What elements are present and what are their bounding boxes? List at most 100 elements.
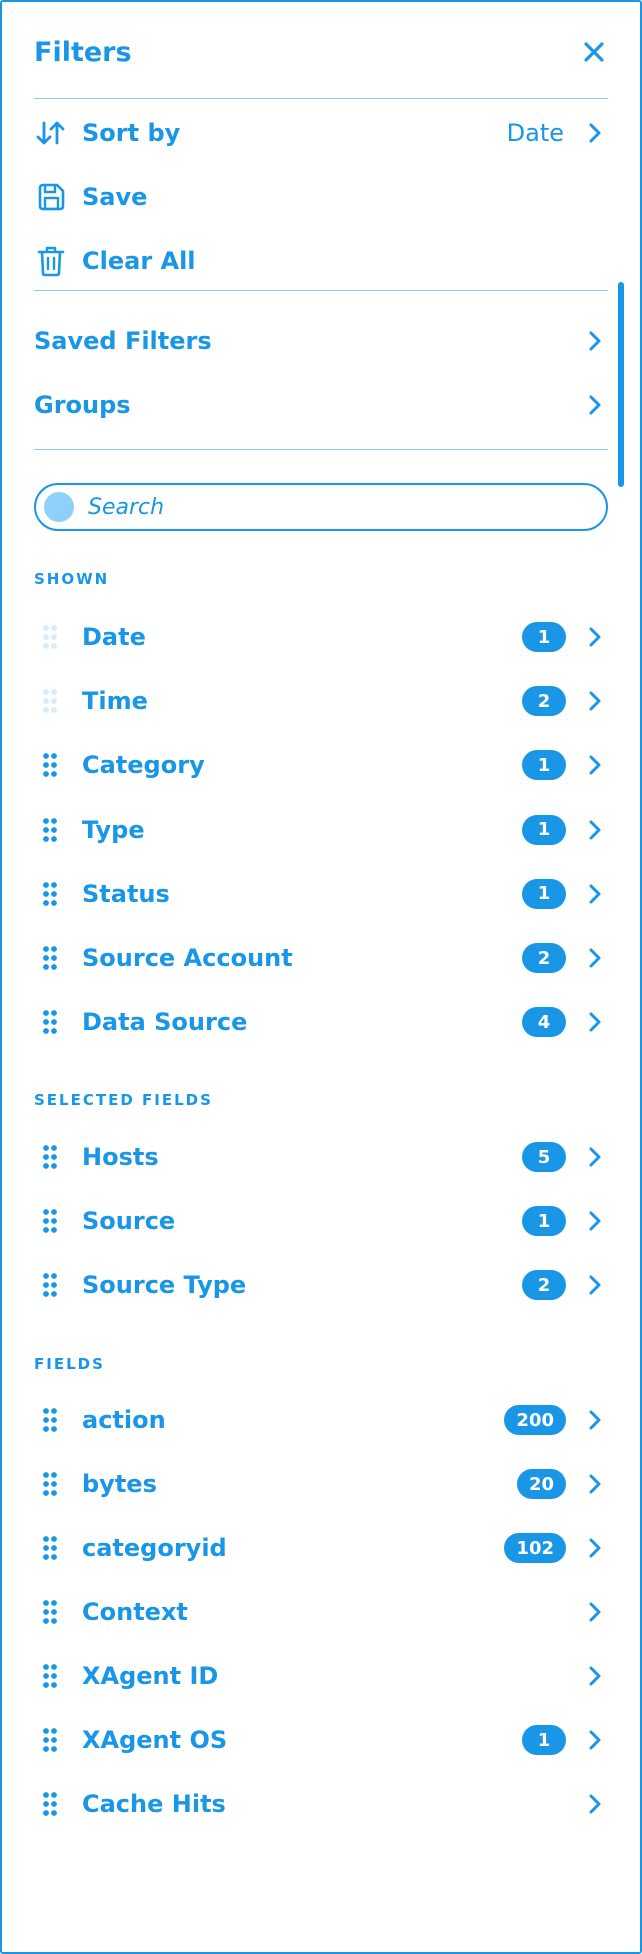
chevron-right-icon <box>582 754 602 776</box>
chevron-right-icon <box>582 1729 602 1751</box>
filter-row[interactable]: Time 2 <box>34 676 608 726</box>
filter-row[interactable]: Context <box>34 1587 608 1637</box>
save-icon <box>34 180 68 214</box>
chevron-right-icon <box>582 819 602 841</box>
chevron-right-icon <box>582 1409 602 1431</box>
drag-handle-icon[interactable] <box>34 1723 68 1757</box>
filter-label: Cache Hits <box>82 1790 226 1818</box>
panel-title: Filters <box>34 36 132 68</box>
filter-row[interactable]: Status 1 <box>34 869 608 919</box>
chevron-right-icon <box>582 626 602 648</box>
filter-label: Category <box>82 751 205 780</box>
drag-handle-icon[interactable] <box>34 1005 68 1039</box>
filter-row[interactable]: Hosts 5 <box>34 1132 608 1182</box>
filter-row[interactable]: Cache Hits <box>34 1779 608 1829</box>
drag-handle-icon[interactable] <box>34 1140 68 1174</box>
filter-row[interactable]: Type 1 <box>34 805 608 855</box>
filter-label: Source Type <box>82 1271 247 1299</box>
filters-panel: Filters Sort by Date Save Clear All Save… <box>0 0 642 1954</box>
clear-all-label: Clear All <box>82 247 196 275</box>
chevron-right-icon <box>582 394 602 416</box>
clear-all-button[interactable]: Clear All <box>34 236 608 286</box>
drag-handle-icon[interactable] <box>34 748 68 782</box>
filter-label: Source <box>82 1207 176 1235</box>
groups-label: Groups <box>34 391 131 419</box>
chevron-right-icon <box>582 330 602 352</box>
chevron-right-icon <box>582 1665 602 1687</box>
filter-label: Status <box>82 879 170 908</box>
drag-handle-icon[interactable] <box>34 813 68 847</box>
chevron-right-icon <box>582 1274 602 1296</box>
sort-by-value: Date <box>506 119 564 147</box>
filter-row[interactable]: Source 1 <box>34 1196 608 1246</box>
filter-row[interactable]: Category 1 <box>34 740 608 790</box>
saved-filters-row[interactable]: Saved Filters <box>34 316 608 366</box>
search-indicator-icon <box>44 492 74 522</box>
count-badge: 5 <box>522 1142 566 1172</box>
drag-handle-icon[interactable] <box>34 877 68 911</box>
groups-row[interactable]: Groups <box>34 380 608 430</box>
drag-handle-icon[interactable] <box>34 1268 68 1302</box>
chevron-right-icon <box>582 947 602 969</box>
divider <box>34 449 608 450</box>
section-fields-heading: FIELDS <box>34 1355 105 1373</box>
drag-handle-icon[interactable] <box>34 1403 68 1437</box>
drag-handle-icon[interactable] <box>34 1204 68 1238</box>
filter-row[interactable]: Source Account 2 <box>34 933 608 983</box>
count-badge: 102 <box>504 1533 566 1563</box>
filter-row[interactable]: XAgent OS 1 <box>34 1715 608 1765</box>
filter-label: Source Account <box>82 944 293 972</box>
save-label: Save <box>82 183 148 211</box>
count-badge: 20 <box>516 1469 566 1499</box>
drag-handle-icon[interactable] <box>34 1659 68 1693</box>
drag-handle-icon[interactable] <box>34 1467 68 1501</box>
scrollbar-thumb[interactable] <box>618 282 624 487</box>
chevron-right-icon <box>582 1601 602 1623</box>
chevron-right-icon <box>582 1793 602 1815</box>
filter-label: Context <box>82 1598 188 1626</box>
filter-label: Time <box>82 687 148 716</box>
filter-label: Date <box>82 623 146 651</box>
drag-handle-icon[interactable] <box>34 1595 68 1629</box>
filter-row[interactable]: XAgent ID <box>34 1651 608 1701</box>
filter-label: Data Source <box>82 1008 248 1037</box>
drag-handle-icon <box>34 684 68 718</box>
saved-filters-label: Saved Filters <box>34 327 212 355</box>
filter-row[interactable]: bytes 20 <box>34 1459 608 1509</box>
chevron-right-icon <box>582 1210 602 1232</box>
drag-handle-icon[interactable] <box>34 941 68 975</box>
count-badge: 2 <box>522 943 566 973</box>
filter-row[interactable]: Date 1 <box>34 612 608 662</box>
filter-label: XAgent OS <box>82 1726 228 1754</box>
count-badge: 200 <box>504 1405 566 1435</box>
count-badge: 1 <box>522 622 566 652</box>
filter-row[interactable]: action 200 <box>34 1395 608 1445</box>
chevron-right-icon <box>582 1146 602 1168</box>
chevron-right-icon <box>582 883 602 905</box>
save-button[interactable]: Save <box>34 172 608 222</box>
close-icon <box>584 42 604 62</box>
count-badge: 1 <box>522 1725 566 1755</box>
count-badge: 1 <box>522 878 566 909</box>
count-badge: 1 <box>522 1206 566 1236</box>
sort-by-row[interactable]: Sort by Date <box>34 108 608 158</box>
search-box[interactable] <box>34 483 608 531</box>
trash-icon <box>34 244 68 278</box>
drag-handle-icon[interactable] <box>34 1531 68 1565</box>
chevron-right-icon <box>582 1473 602 1495</box>
search-input[interactable] <box>86 493 606 521</box>
chevron-right-icon <box>582 1537 602 1559</box>
drag-handle-icon[interactable] <box>34 1787 68 1821</box>
close-button[interactable] <box>580 38 608 66</box>
count-badge: 1 <box>522 814 566 845</box>
divider <box>34 290 608 291</box>
filter-label: action <box>82 1406 166 1434</box>
divider <box>34 98 608 99</box>
filter-label: bytes <box>82 1470 157 1498</box>
filter-row[interactable]: Source Type 2 <box>34 1260 608 1310</box>
chevron-right-icon <box>582 1011 602 1033</box>
filter-row[interactable]: categoryid 102 <box>34 1523 608 1573</box>
section-selected-fields-heading: SELECTED FIELDS <box>34 1091 213 1109</box>
filter-row[interactable]: Data Source 4 <box>34 997 608 1047</box>
sort-icon <box>34 116 68 150</box>
